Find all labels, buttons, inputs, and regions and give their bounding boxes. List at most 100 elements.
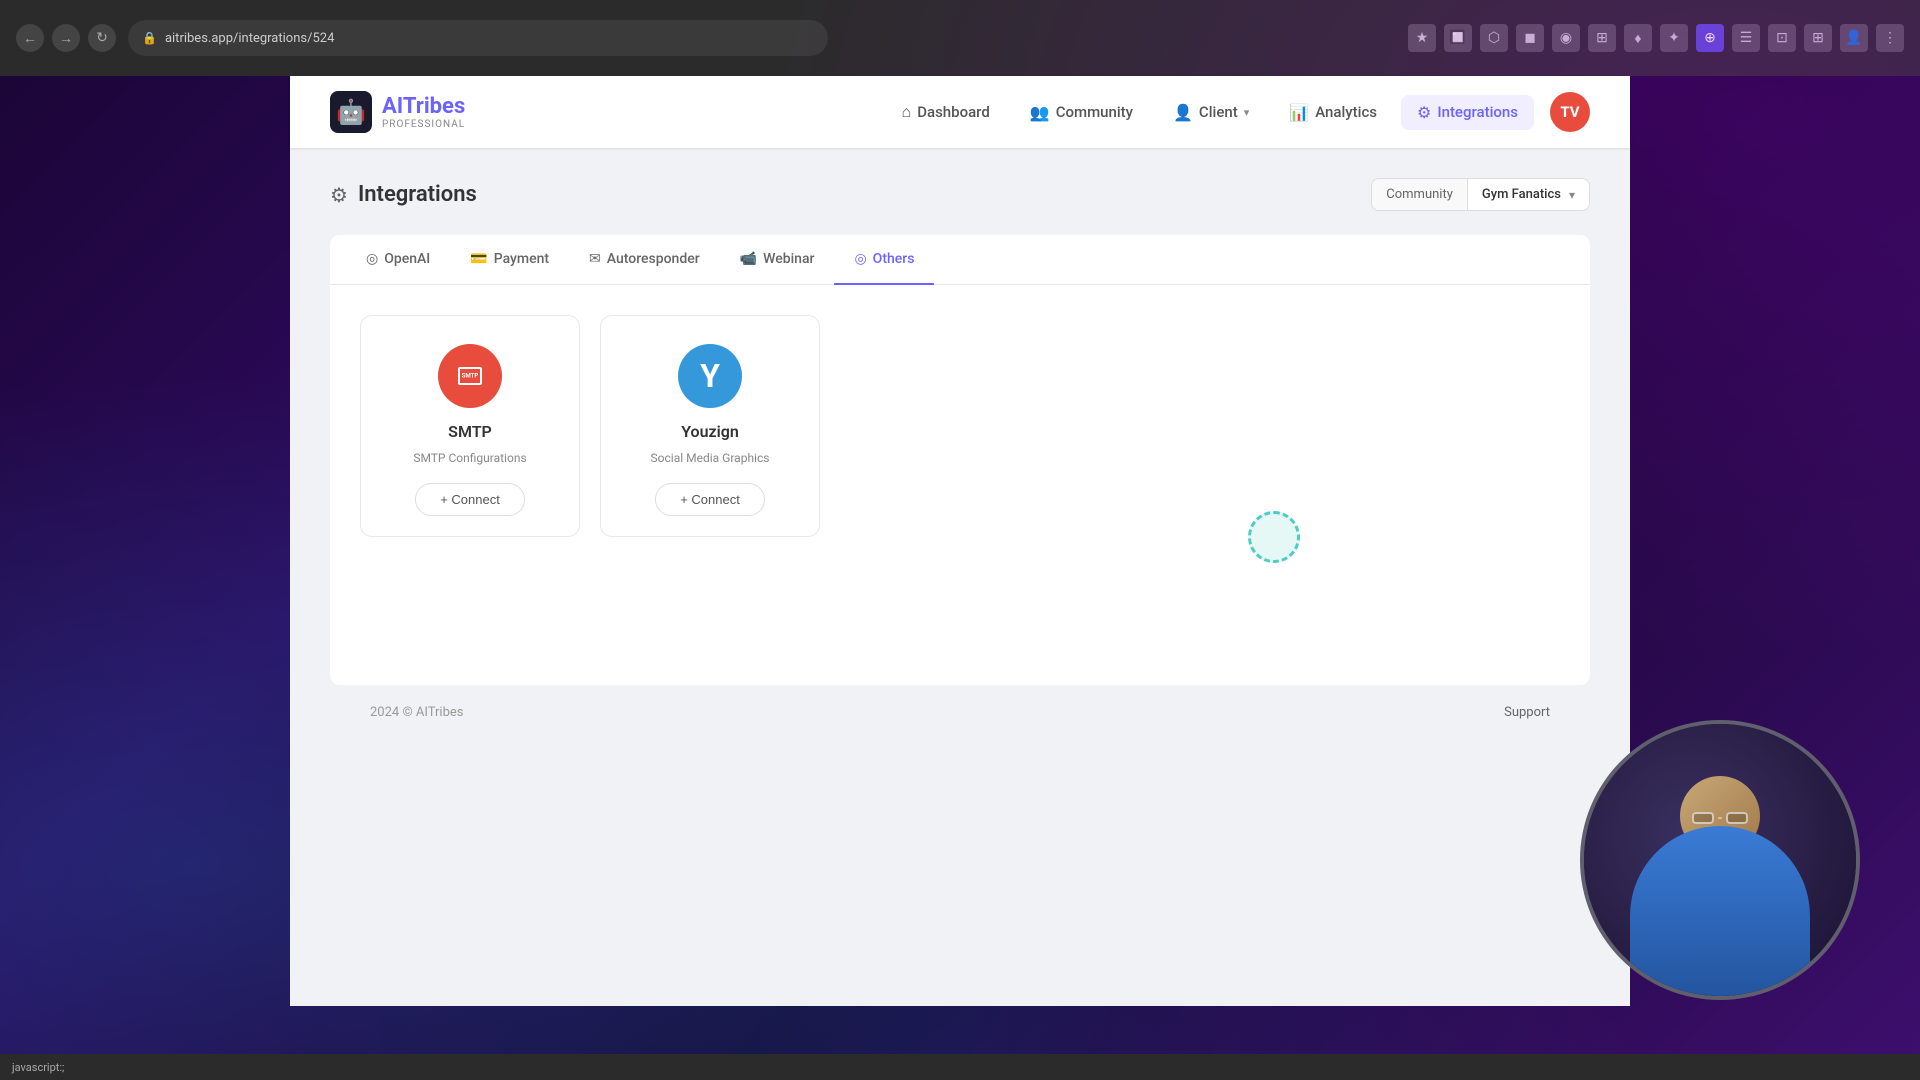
tab-webinar[interactable]: 📹 Webinar <box>720 235 835 285</box>
page-title: Integrations <box>358 182 477 207</box>
video-overlay <box>1580 720 1860 1000</box>
dashboard-icon: ⌂ <box>902 102 912 122</box>
browser-tool-10[interactable]: ⊡ <box>1768 24 1796 52</box>
browser-tool-8[interactable]: ✦ <box>1660 24 1688 52</box>
smtp-box-icon <box>458 367 482 385</box>
integration-card-smtp: SMTP SMTP Configurations + Connect <box>360 315 580 537</box>
browser-nav-buttons: ← → ↻ <box>16 24 116 52</box>
browser-tool-3[interactable]: ⬡ <box>1480 24 1508 52</box>
nav-label-client: Client <box>1199 103 1238 121</box>
browser-tool-9[interactable]: ☰ <box>1732 24 1760 52</box>
page-header: ⚙ Integrations Community Gym Fanatics ▾ <box>330 178 1590 211</box>
youzign-logo: Y <box>678 344 742 408</box>
browser-tool-6[interactable]: ⊞ <box>1588 24 1616 52</box>
app-container: 🤖 AITribes PROFESSIONAL ⌂ Dashboard 👥 Co… <box>290 76 1630 1006</box>
smtp-connect-label: + Connect <box>440 492 500 507</box>
glasses <box>1692 812 1748 824</box>
logo-highlight: AI <box>382 94 403 119</box>
footer-copyright: 2024 © AITribes <box>370 705 463 720</box>
openai-tab-icon: ◎ <box>366 251 378 267</box>
nav-items: ⌂ Dashboard 👥 Community 👤 Client ▾ 📊 Ana… <box>886 92 1590 132</box>
browser-tool-active[interactable]: ⊕ <box>1696 24 1724 52</box>
community-icon: 👥 <box>1030 103 1050 122</box>
logo-icon: 🤖 <box>330 91 372 133</box>
others-tab-icon: ◎ <box>854 251 866 267</box>
smtp-connect-button[interactable]: + Connect <box>415 483 525 516</box>
tab-label-others: Others <box>873 251 915 267</box>
youzign-connect-button[interactable]: + Connect <box>655 483 765 516</box>
client-icon: 👤 <box>1173 103 1193 122</box>
nav-item-community[interactable]: 👥 Community <box>1014 95 1149 130</box>
user-profile-icon[interactable]: 👤 <box>1840 24 1868 52</box>
community-value-text: Gym Fanatics <box>1482 187 1561 202</box>
youzign-description: Social Media Graphics <box>651 451 770 465</box>
browser-tool-4[interactable]: ◼ <box>1516 24 1544 52</box>
nav-item-dashboard[interactable]: ⌂ Dashboard <box>886 94 1006 130</box>
autoresponder-tab-icon: ✉ <box>589 251 601 267</box>
community-chevron-icon: ▾ <box>1569 188 1575 202</box>
browser-chrome: ← → ↻ 🔒 aitribes.app/integrations/524 ★ … <box>0 0 1920 76</box>
logo-area[interactable]: 🤖 AITribes PROFESSIONAL <box>330 91 465 133</box>
nav-label-analytics: Analytics <box>1315 103 1377 121</box>
footer-support-link[interactable]: Support <box>1504 705 1550 720</box>
back-button[interactable]: ← <box>16 24 44 52</box>
community-selector[interactable]: Community Gym Fanatics ▾ <box>1371 178 1590 211</box>
payment-tab-icon: 💳 <box>470 251 487 267</box>
tabs-container: ◎ OpenAI 💳 Payment ✉ Autoresponder 📹 Web… <box>330 235 1590 285</box>
page-title-area: ⚙ Integrations <box>330 182 477 207</box>
nav-item-client[interactable]: 👤 Client ▾ <box>1157 95 1265 130</box>
address-bar[interactable]: 🔒 aitribes.app/integrations/524 <box>128 20 828 56</box>
content-area: SMTP SMTP Configurations + Connect Y You… <box>330 285 1590 685</box>
tab-autoresponder[interactable]: ✉ Autoresponder <box>569 235 720 285</box>
tabs-and-content: ◎ OpenAI 💳 Payment ✉ Autoresponder 📹 Web… <box>330 235 1590 685</box>
tab-others[interactable]: ◎ Others <box>834 235 934 285</box>
smtp-icon <box>458 367 482 385</box>
browser-tool-7[interactable]: ♦ <box>1624 24 1652 52</box>
lock-icon: 🔒 <box>142 31 157 45</box>
browser-tool-1[interactable]: ★ <box>1408 24 1436 52</box>
glasses-bridge <box>1718 817 1722 819</box>
youzign-icon: Y <box>700 357 720 395</box>
forward-button[interactable]: → <box>52 24 80 52</box>
browser-tool-11[interactable]: ⊞ <box>1804 24 1832 52</box>
logo-suffix: Tribes <box>403 94 465 119</box>
browser-tool-2[interactable]: 🔲 <box>1444 24 1472 52</box>
tab-label-autoresponder: Autoresponder <box>607 251 700 267</box>
browser-tool-5[interactable]: ◉ <box>1552 24 1580 52</box>
analytics-icon: 📊 <box>1289 103 1309 122</box>
logo-name: AITribes <box>382 94 465 119</box>
community-selector-value[interactable]: Gym Fanatics ▾ <box>1468 179 1589 210</box>
video-overlay-inner <box>1584 724 1856 996</box>
top-navigation: 🤖 AITribes PROFESSIONAL ⌂ Dashboard 👥 Co… <box>290 76 1630 148</box>
status-text: javascript:; <box>12 1061 64 1074</box>
footer: 2024 © AITribes Support <box>330 685 1590 740</box>
spinner-cursor <box>1248 511 1300 563</box>
smtp-description: SMTP Configurations <box>413 451 526 465</box>
tab-label-webinar: Webinar <box>763 251 814 267</box>
tab-openai[interactable]: ◎ OpenAI <box>346 235 450 285</box>
glasses-right <box>1726 812 1748 824</box>
url-text: aitribes.app/integrations/524 <box>165 31 334 46</box>
client-chevron-icon: ▾ <box>1244 106 1250 119</box>
nav-label-dashboard: Dashboard <box>917 103 990 121</box>
glasses-left <box>1692 812 1714 824</box>
browser-toolbar: ★ 🔲 ⬡ ◼ ◉ ⊞ ♦ ✦ ⊕ ☰ ⊡ ⊞ 👤 ⋮ <box>1408 24 1904 52</box>
user-avatar[interactable]: TV <box>1550 92 1590 132</box>
tab-payment[interactable]: 💳 Payment <box>450 235 569 285</box>
youzign-connect-label: + Connect <box>680 492 740 507</box>
page-title-icon: ⚙ <box>330 183 348 207</box>
integration-card-youzign: Y Youzign Social Media Graphics + Connec… <box>600 315 820 537</box>
webinar-tab-icon: 📹 <box>740 251 757 267</box>
nav-label-community: Community <box>1056 103 1133 121</box>
integrations-icon: ⚙ <box>1417 103 1431 122</box>
browser-menu-icon[interactable]: ⋮ <box>1876 24 1904 52</box>
logo-subtitle: PROFESSIONAL <box>382 119 465 130</box>
refresh-button[interactable]: ↻ <box>88 24 116 52</box>
tab-label-payment: Payment <box>494 251 549 267</box>
nav-item-integrations[interactable]: ⚙ Integrations <box>1401 95 1534 130</box>
community-selector-label: Community <box>1372 179 1468 210</box>
logo-text: AITribes PROFESSIONAL <box>382 94 465 130</box>
nav-item-analytics[interactable]: 📊 Analytics <box>1273 95 1393 130</box>
smtp-logo <box>438 344 502 408</box>
status-bar: javascript:; <box>0 1054 1920 1080</box>
